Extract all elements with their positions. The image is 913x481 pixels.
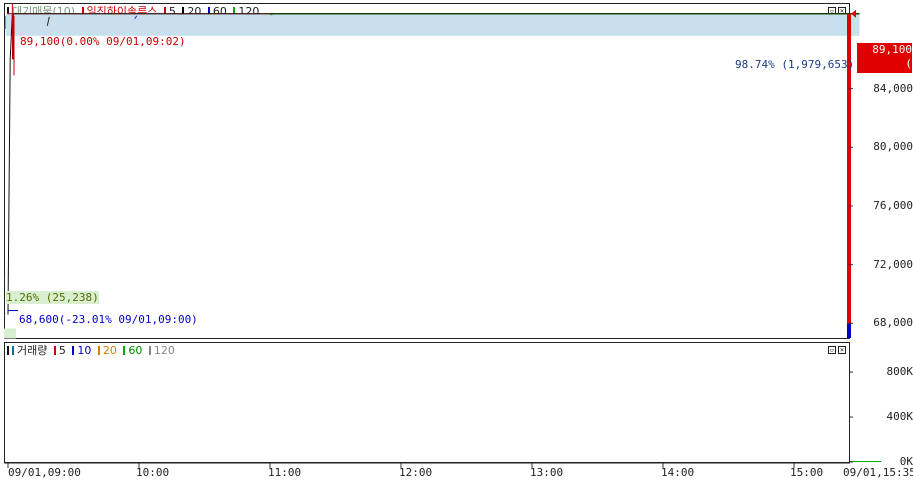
- maximize-icon[interactable]: ▫: [828, 346, 836, 354]
- legend-marker-icon: [12, 346, 14, 355]
- legend-volume[interactable]: 거래량: [17, 344, 47, 357]
- y-tick-label: 76,000: [873, 198, 913, 212]
- x-axis-label: 13:00: [530, 466, 564, 479]
- band-bottom-label: 1.26% (25,238): [6, 291, 99, 304]
- x-axis-label: 15:00: [790, 466, 824, 479]
- volume-chart-panel[interactable]: 거래량 5 10 20 60 120 ▫ ×: [4, 342, 850, 463]
- volume-profile-band: [6, 13, 860, 36]
- legend-vma-60[interactable]: 60: [128, 344, 142, 357]
- x-axis-label: 09/01,09:00: [8, 466, 81, 479]
- y-tick-label: 68,000: [873, 316, 913, 330]
- legend-marker-icon: [53, 346, 56, 355]
- x-axis-label: 12:00: [399, 466, 433, 479]
- legend-marker-icon: [72, 346, 75, 355]
- current-price-tag: 89,100 ( 29.88%): [857, 43, 912, 84]
- price-range-bar-low: [847, 323, 851, 338]
- y-tick-label: 400K: [886, 410, 913, 424]
- x-axis-label: 10:00: [136, 466, 170, 479]
- legend-vma-5[interactable]: 5: [59, 344, 66, 357]
- price-line: [7, 13, 860, 315]
- x-axis-label: 14:00: [661, 466, 695, 479]
- close-icon[interactable]: ×: [838, 346, 846, 354]
- legend-marker-icon: [7, 346, 9, 355]
- legend-vma-20[interactable]: 20: [103, 344, 117, 357]
- y-tick-label: 800K: [886, 365, 913, 379]
- volume-profile-band-low: [4, 328, 16, 339]
- legend-marker-icon: [97, 346, 100, 355]
- x-axis-label: 11:00: [268, 466, 302, 479]
- x-axis-end-label: 09/01,15:35: [843, 466, 913, 479]
- y-tick-label: 72,000: [873, 257, 913, 271]
- volume-legend: 거래량 5 10 20 60 120: [7, 344, 178, 358]
- y-tick-label: 84,000: [873, 81, 913, 95]
- current-price: 89,100: [872, 43, 912, 56]
- legend-vma-120[interactable]: 120: [154, 344, 175, 357]
- legend-marker-icon: [148, 346, 151, 355]
- legend-vma-10[interactable]: 10: [77, 344, 91, 357]
- y-tick-label: 80,000: [873, 140, 913, 154]
- legend-marker-icon: [123, 346, 126, 355]
- low-price-marker: 68,600(-23.01% 09/01,09:00): [19, 313, 198, 326]
- high-price-marker: 89,100(0.00% 09/01,09:02): [20, 35, 186, 48]
- band-top-label: 98.74% (1,979,653): [735, 58, 855, 71]
